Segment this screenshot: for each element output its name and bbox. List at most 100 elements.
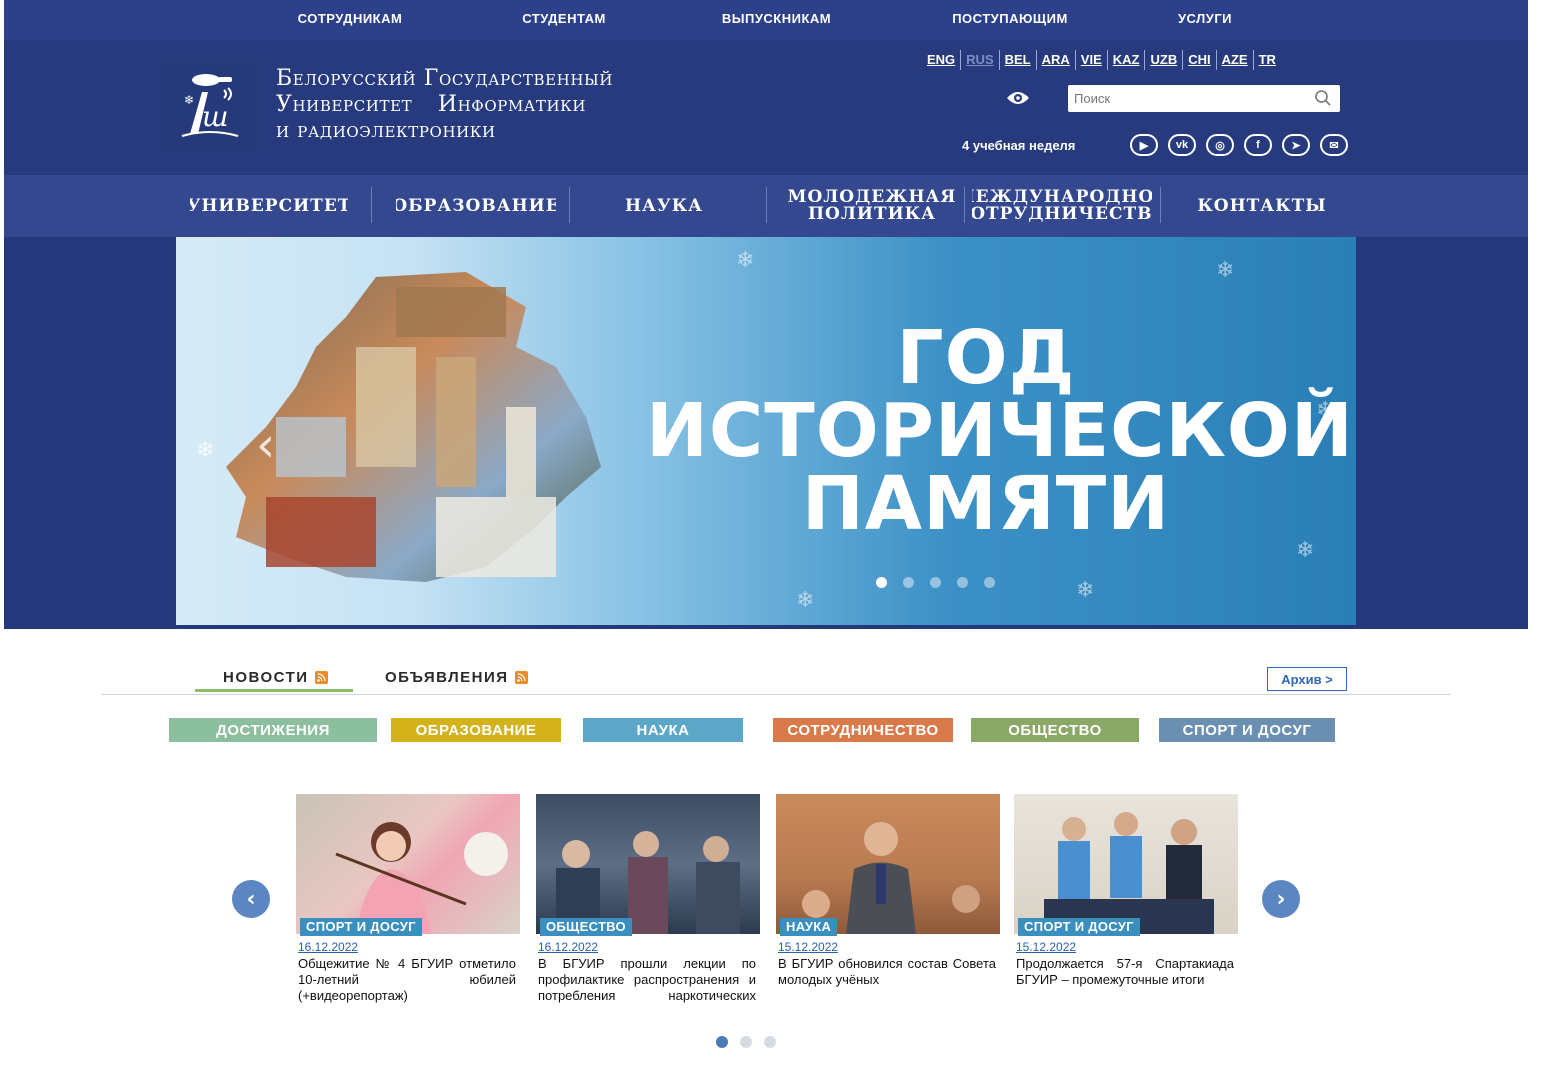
language-aze[interactable]: AZE (1217, 50, 1254, 70)
category-filters: ДОСТИЖЕНИЯ ОБРАЗОВАНИЕ НАУКА СОТРУДНИЧЕСТВО… (101, 715, 1451, 761)
tab-news[interactable]: НОВОСТИ (223, 665, 328, 689)
news-carousel: ‹ СПОРТ И ДОСУГ 16.12.2022 Общежитие № 4… (158, 792, 1318, 1024)
news-card-date[interactable]: 15.12.2022 (1016, 940, 1076, 954)
news-dot[interactable] (716, 1036, 728, 1048)
university-logo[interactable]: ш ❄ (162, 62, 258, 150)
news-card[interactable]: СПОРТ И ДОСУГ 16.12.2022 Общежитие № 4 Б… (296, 794, 520, 1014)
hero-prev-arrow[interactable]: ‹ (256, 417, 275, 473)
news-card-category: НАУКА (780, 918, 838, 936)
tab-announcements[interactable]: ОБЪЯВЛЕНИЯ (385, 665, 528, 689)
news-card-text[interactable]: В БГУИР обновился состав Совета молодых … (778, 956, 996, 1008)
nav-divider (964, 187, 965, 223)
language-bel[interactable]: BEL (1000, 50, 1037, 70)
hero-dot[interactable] (876, 577, 887, 588)
university-name[interactable]: Белорусский Государственный Университет … (270, 62, 646, 150)
news-prev-arrow[interactable]: ‹ (232, 880, 270, 918)
news-card-date[interactable]: 16.12.2022 (538, 940, 598, 954)
category-filter[interactable]: НАУКА (583, 718, 743, 742)
language-rus[interactable]: RUS (961, 50, 1000, 70)
language-eng[interactable]: ENG (922, 50, 962, 70)
language-tr[interactable]: TR (1254, 50, 1281, 70)
hero-dot[interactable] (930, 577, 941, 588)
mail-icon[interactable]: ✉ (1320, 134, 1348, 156)
logo-line-1: Белорусский Государственный (276, 66, 614, 91)
language-vie[interactable]: VIE (1076, 50, 1108, 70)
language-chi[interactable]: CHI (1183, 50, 1217, 70)
search-input[interactable] (1068, 85, 1298, 112)
news-card-date[interactable]: 16.12.2022 (298, 940, 358, 954)
topbar-link-services[interactable]: УСЛУГИ (1150, 9, 1260, 29)
snowflake-icon: ❄ (1216, 257, 1235, 282)
news-card-category: ОБЩЕСТВО (540, 918, 632, 936)
hero-pagination (876, 577, 995, 588)
topbar-link-staff[interactable]: СОТРУДНИКАМ (280, 9, 420, 29)
category-filter[interactable]: ОБЩЕСТВО (971, 718, 1139, 742)
nav-divider (1160, 187, 1161, 223)
category-filter[interactable]: ОБРАЗОВАНИЕ (391, 718, 561, 742)
topbar-link-applicants[interactable]: ПОСТУПАЮЩИМ (930, 9, 1090, 29)
nav-youth-policy[interactable]: МОЛОДЕЖНАЯ ПОЛИТИКА (788, 185, 956, 227)
category-filter[interactable]: СПОРТ И ДОСУГ (1159, 718, 1335, 742)
news-card-text[interactable]: В БГУИР прошли лекции по профилактике ра… (538, 956, 756, 1008)
nav-science[interactable]: НАУКА (602, 185, 726, 227)
hero-title: ГОД ИСТОРИЧЕСКОЙ ПАМЯТИ (646, 315, 1354, 547)
tab-announcements-label: ОБЪЯВЛЕНИЯ (385, 668, 509, 686)
svg-text:❄: ❄ (184, 93, 194, 107)
rss-icon[interactable] (514, 670, 528, 684)
hero-dot[interactable] (903, 577, 914, 588)
nav-divider (766, 187, 767, 223)
hero-dot[interactable] (957, 577, 968, 588)
facebook-icon[interactable]: f (1244, 134, 1272, 156)
news-dot[interactable] (740, 1036, 752, 1048)
news-card-date[interactable]: 15.12.2022 (778, 940, 838, 954)
topbar-link-students[interactable]: СТУДЕНТАМ (504, 9, 624, 29)
topbar-link-alumni[interactable]: ВЫПУСКНИКАМ (704, 9, 849, 29)
logo-line-3: и радиоэлектроники (276, 118, 496, 143)
news-card[interactable]: ОБЩЕСТВО 16.12.2022 В БГУИР прошли лекци… (536, 794, 760, 1014)
visually-impaired-toggle[interactable] (997, 83, 1039, 113)
nav-education[interactable]: ОБРАЗОВАНИЕ (396, 185, 556, 227)
news-card[interactable]: СПОРТ И ДОСУГ 15.12.2022 Продолжается 57… (1014, 794, 1238, 1014)
language-switcher: ENG RUS BEL ARA VIE KAZ UZB CHI AZE TR (922, 50, 1281, 70)
rss-icon[interactable] (314, 670, 328, 684)
hero-dot[interactable] (984, 577, 995, 588)
tab-news-label: НОВОСТИ (223, 668, 309, 686)
news-card-image (536, 794, 760, 934)
category-filter[interactable]: СОТРУДНИЧЕСТВО (773, 718, 953, 742)
bsuir-emblem-icon: ш ❄ (181, 74, 239, 137)
language-uzb[interactable]: UZB (1145, 50, 1184, 70)
language-kaz[interactable]: KAZ (1108, 50, 1146, 70)
news-card-image (1014, 794, 1238, 934)
active-tab-underline (195, 689, 353, 692)
search-icon[interactable] (1314, 89, 1332, 112)
archive-button[interactable]: Архив > (1267, 667, 1347, 691)
snowflake-icon: ❄ (736, 247, 755, 272)
news-card-image (296, 794, 520, 934)
nav-contacts[interactable]: КОНТАКТЫ (1182, 185, 1342, 227)
telegram-icon[interactable]: ➤ (1282, 134, 1310, 156)
academic-week: 4 учебная неделя (962, 138, 1076, 153)
nav-international[interactable]: МЕЖДУНАРОДНОЕ СОТРУДНИЧЕСТВО (972, 185, 1152, 227)
news-card[interactable]: НАУКА 15.12.2022 В БГУИР обновился соста… (776, 794, 1000, 1014)
nav-divider (371, 187, 372, 223)
nav-divider (569, 187, 570, 223)
news-card-text[interactable]: Продолжается 57-я Спартакиада БГУИР – пр… (1016, 956, 1234, 1008)
category-filter[interactable]: ДОСТИЖЕНИЯ (169, 718, 377, 742)
svg-text:ш: ш (202, 100, 229, 133)
eye-icon (1007, 92, 1029, 104)
instagram-icon[interactable]: ◎ (1206, 134, 1234, 156)
social-links: ▶ vk ◎ f ➤ ✉ (1130, 134, 1348, 156)
language-ara[interactable]: ARA (1037, 50, 1076, 70)
news-tabs-row: НОВОСТИ ОБЪЯВЛЕНИЯ Архив > (101, 655, 1451, 695)
logo-line-2: Университет Информатики (276, 92, 587, 117)
news-card-image (776, 794, 1000, 934)
news-card-text[interactable]: Общежитие № 4 БГУИР отметило 10-летний ю… (298, 956, 516, 1008)
search-box (1068, 85, 1340, 112)
hero-banner[interactable]: ❄ ❄ ❄ ❄ ❄ ❄ ❄ ГОД ИСТОРИЧЕСКОЙ ПАМЯТИ ‹ (176, 237, 1356, 625)
youtube-icon[interactable]: ▶ (1130, 134, 1158, 156)
news-next-arrow[interactable]: › (1262, 880, 1300, 918)
nav-university[interactable]: УНИВЕРСИТЕТ (190, 185, 348, 227)
vk-icon[interactable]: vk (1168, 134, 1196, 156)
site-header: ш ❄ Белорусский Государственный Универси… (4, 40, 1528, 175)
news-dot[interactable] (764, 1036, 776, 1048)
